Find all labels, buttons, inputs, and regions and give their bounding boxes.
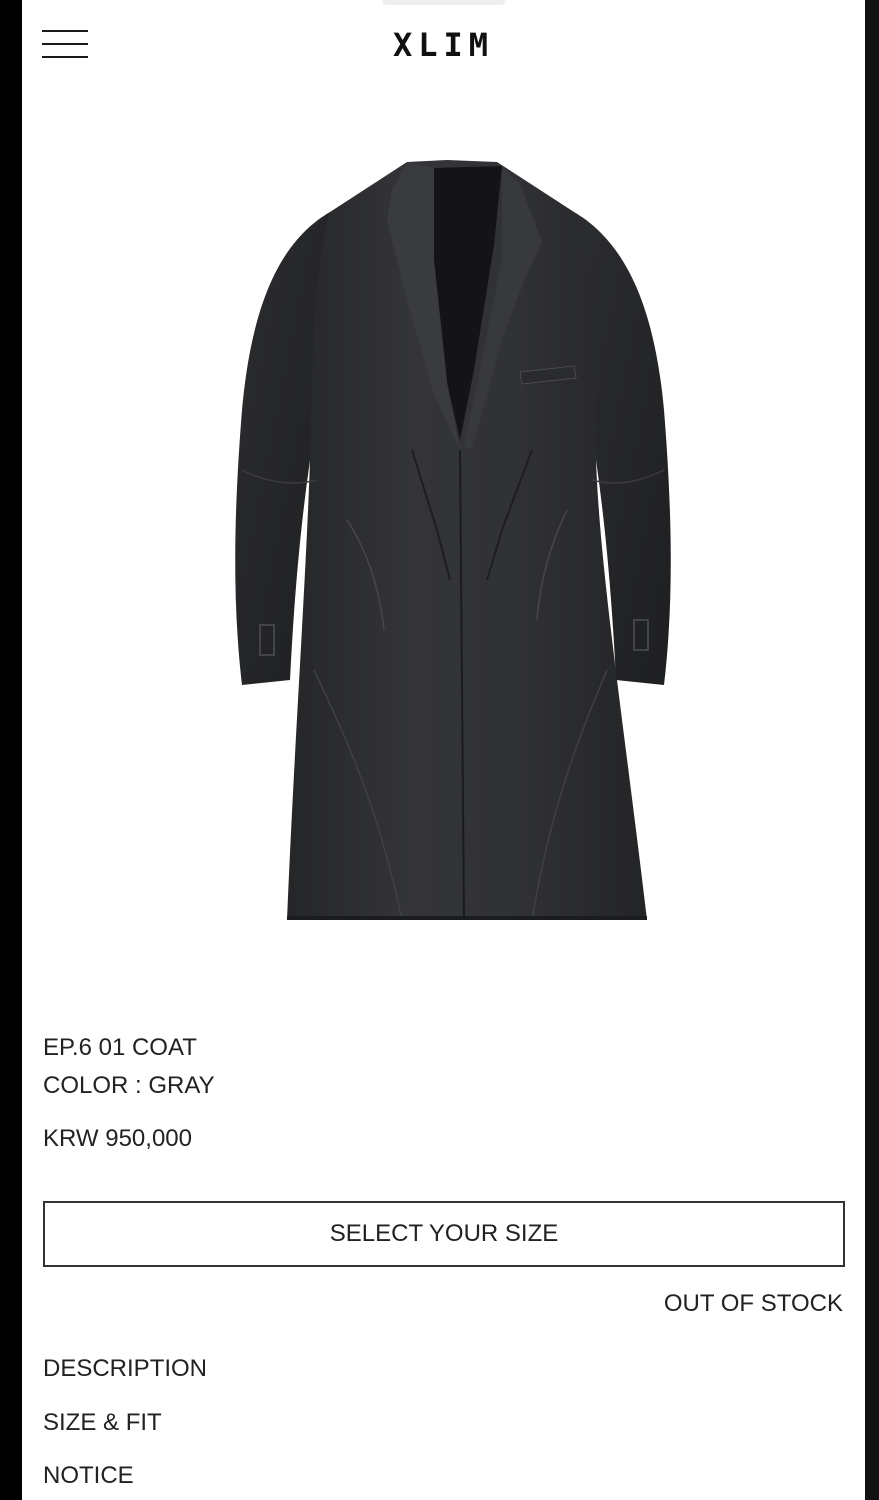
size-fit-link[interactable]: SIZE & FIT [43,1409,162,1437]
product-color: COLOR : GRAY [43,1072,215,1099]
product-image [235,160,671,921]
screen-edge [865,0,879,1500]
size-select-label: SELECT YOUR SIZE [329,1220,559,1247]
size-select-button[interactable]: SELECT YOUR SIZE [43,1201,845,1267]
status-indicator [382,0,506,5]
brand-logo[interactable]: XLIM [22,26,865,64]
notice-link[interactable]: NOTICE [43,1462,134,1490]
stock-status: OUT OF STOCK [663,1290,843,1317]
product-page: XLIM EP.6 01 COAT COLOR: GRAY KRW 950,0… [22,0,865,1500]
product-title: EP.6 01 COAT [43,1034,197,1061]
description-link[interactable]: DESCRIPTION [43,1355,207,1383]
product-price: KRW 950,000 [43,1125,192,1152]
